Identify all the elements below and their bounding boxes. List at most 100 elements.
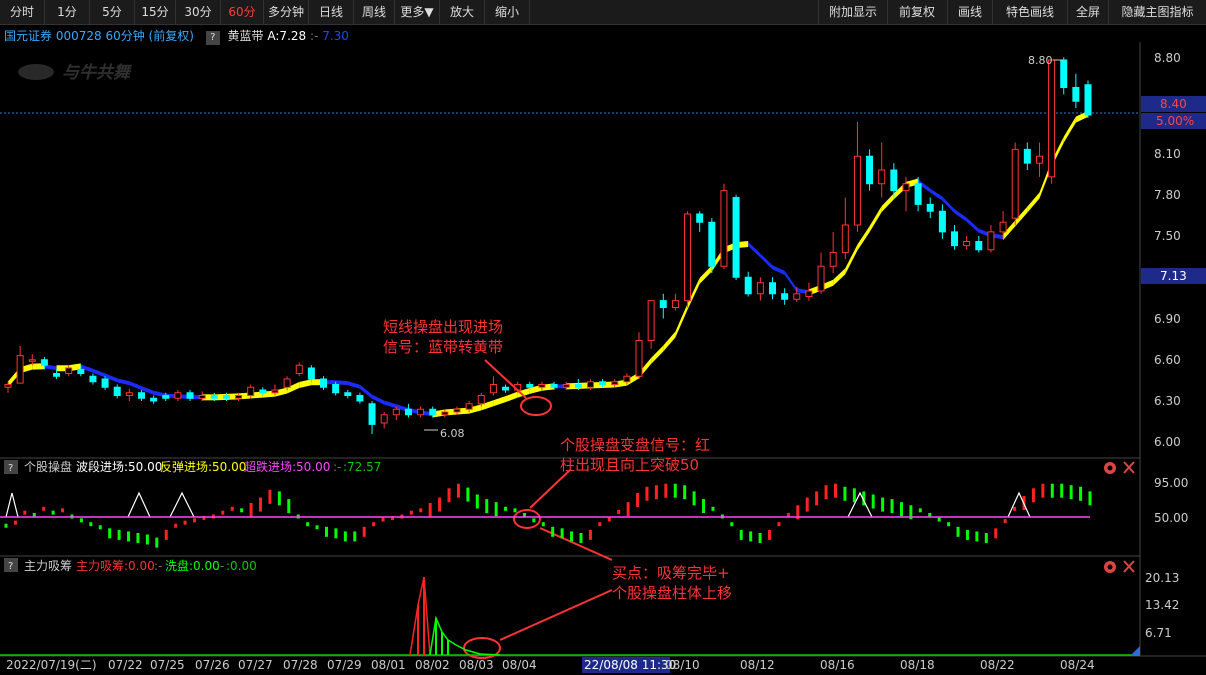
candle-body <box>489 384 497 394</box>
date-label: 07/27 <box>238 658 273 672</box>
entry-signal-marker <box>847 491 873 518</box>
candle-body <box>150 397 158 402</box>
entry-signal-marker <box>127 491 151 518</box>
date-label: 08/02 <box>415 658 450 672</box>
watermark-logo: 与牛共舞 <box>18 63 132 83</box>
low-label: 6.08 <box>440 427 465 440</box>
ribbon-segment <box>954 209 967 222</box>
entry-signal-marker <box>169 491 195 518</box>
axis-tick: 50.00 <box>1154 511 1188 525</box>
ribbon-segment <box>651 345 664 364</box>
ribbon-segment <box>966 217 979 233</box>
accumulation-spikes <box>0 576 1140 656</box>
candle-body <box>40 359 48 366</box>
axis-tick: 13.42 <box>1145 598 1179 612</box>
candlesticks <box>4 57 1092 434</box>
date-axis: 2022/07/19(二) 07/22 07/25 07/26 07/27 07… <box>6 657 1095 673</box>
date-label: 08/10 <box>665 658 700 672</box>
candle-body <box>89 375 97 383</box>
ribbon-segment <box>833 268 846 286</box>
sub1-item: 超跌进场:50.00 <box>244 459 330 474</box>
close-icon[interactable] <box>1123 461 1135 474</box>
candle-body <box>271 389 279 394</box>
candle-body <box>781 293 789 300</box>
candle-body <box>987 231 995 251</box>
candle-body <box>380 414 388 424</box>
candle-body <box>247 386 255 396</box>
date-label: 08/24 <box>1060 658 1095 672</box>
axis-tick: 6.71 <box>1145 626 1172 640</box>
entry-signal-marker <box>1007 491 1031 518</box>
candle-body <box>53 373 61 377</box>
candle-body <box>805 290 813 297</box>
date-label: 08/04 <box>502 658 537 672</box>
candle-body <box>817 265 825 292</box>
ribbon-segment <box>857 226 870 251</box>
annotation-text: 买点：吸筹完毕+ <box>612 564 730 582</box>
candle-body <box>162 395 170 399</box>
candle-body <box>793 293 801 300</box>
candle-body <box>574 384 582 388</box>
ribbon-segment <box>772 265 785 275</box>
candle-body <box>125 392 133 396</box>
axis-tick: 6.90 <box>1154 312 1181 326</box>
axis-tick: 8.10 <box>1154 147 1181 161</box>
ribbon-segment <box>347 381 360 389</box>
date-label: 08/12 <box>740 658 775 672</box>
watermark-text: 与牛共舞 <box>62 63 132 83</box>
ribbon-segment <box>505 391 518 403</box>
last-price-text: 8.40 <box>1160 97 1187 111</box>
candle-body <box>611 381 619 385</box>
annotation-arrow <box>529 469 571 509</box>
candle-body <box>841 224 849 253</box>
ribbon-segment <box>699 265 712 284</box>
candle-body <box>647 300 655 341</box>
candle-body <box>538 384 546 388</box>
date-label: 2022/07/19(二) <box>6 658 97 672</box>
date-label: 07/29 <box>327 658 362 672</box>
candle-body <box>477 395 485 405</box>
candle-body <box>1035 155 1043 164</box>
candle-body <box>999 221 1007 233</box>
annotation-arrow <box>499 589 613 641</box>
date-label: 07/26 <box>195 658 230 672</box>
annotation-text: 个股操盘柱体上移 <box>612 584 732 602</box>
ribbon-segment <box>869 205 882 233</box>
high-label: 8.80 <box>1028 54 1053 67</box>
candle-body <box>137 392 145 399</box>
sub1-item: :- <box>333 460 341 474</box>
candle-body <box>635 340 643 377</box>
sub2-item: 洗盘:0.00 <box>165 558 220 573</box>
candle-body <box>684 213 692 302</box>
chart-canvas[interactable]: 与牛共舞 8.80 8.10 7.80 7.50 6.90 6.60 6.30 … <box>0 0 1206 675</box>
axis-tick: 8.80 <box>1154 51 1181 65</box>
annotation-text: 短线操盘出现进场 <box>383 318 503 336</box>
date-label: 07/22 <box>108 658 143 672</box>
date-label: 08/22 <box>980 658 1015 672</box>
axis-tick: 20.13 <box>1145 571 1179 585</box>
candle-body <box>902 183 910 192</box>
annotation-arrow <box>539 527 613 561</box>
ribbon-segment <box>493 396 506 407</box>
ribbon-segment <box>299 379 312 388</box>
corner-marker <box>1130 646 1140 656</box>
gear-icon[interactable] <box>1104 462 1116 474</box>
candle-body <box>623 375 631 383</box>
svg-text:?: ? <box>8 463 13 474</box>
candle-body <box>696 213 704 223</box>
ribbon-segment <box>1063 116 1076 143</box>
date-label: 08/03 <box>459 658 494 672</box>
axis-tick: 6.00 <box>1154 435 1181 449</box>
candle-body <box>320 378 328 388</box>
candle-body <box>28 359 36 362</box>
candle-body <box>1072 87 1080 102</box>
candle-body <box>113 386 121 396</box>
candle-body <box>222 395 230 399</box>
close-icon[interactable] <box>1123 560 1135 573</box>
candle-body <box>708 221 716 267</box>
annotation-turn-signal: 个股操盘变盘信号：红 柱出现且向上突破50 <box>513 436 710 529</box>
ribbon-segment <box>663 331 676 352</box>
gear-icon[interactable] <box>1104 561 1116 573</box>
annotation-text: 柱出现且向上突破50 <box>560 456 699 474</box>
sub1-item: 反弹进场:50.00 <box>160 460 246 474</box>
